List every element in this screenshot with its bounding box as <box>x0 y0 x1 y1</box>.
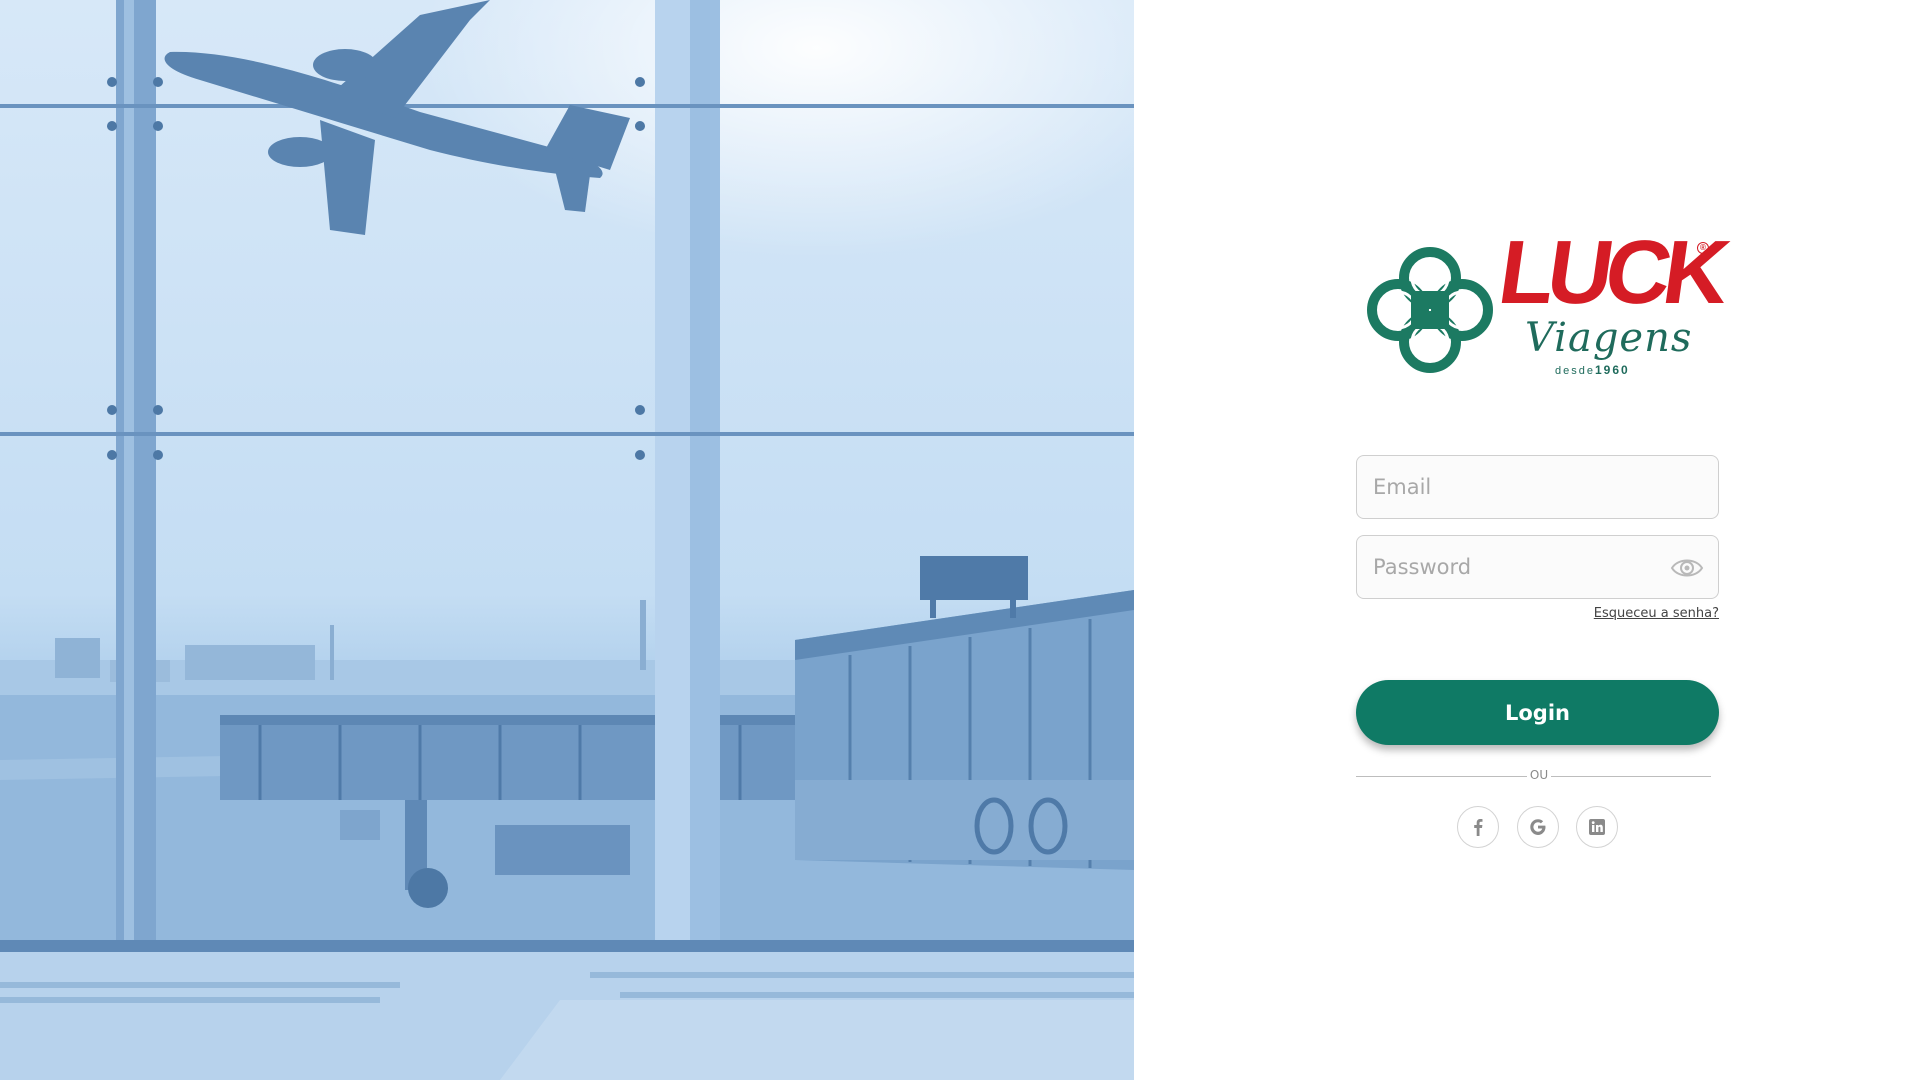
facebook-icon <box>1474 819 1483 836</box>
email-input[interactable] <box>1357 456 1718 518</box>
linkedin-icon <box>1589 819 1605 835</box>
google-login-button[interactable] <box>1517 806 1559 848</box>
google-icon <box>1530 819 1546 835</box>
password-input[interactable] <box>1357 536 1718 598</box>
brand-logo: LUCK ® Viagens desde1960 <box>1360 223 1729 390</box>
brand-subtitle: Viagens <box>1525 315 1693 361</box>
brand-since: desde1960 <box>1555 364 1630 377</box>
eye-icon[interactable] <box>1670 554 1704 582</box>
password-field-container <box>1356 535 1719 599</box>
brand-name: LUCK <box>1492 223 1729 323</box>
registered-mark: ® <box>1697 242 1709 254</box>
email-field-container <box>1356 455 1719 519</box>
divider-line-left <box>1356 776 1527 777</box>
linkedin-login-button[interactable] <box>1576 806 1618 848</box>
hero-image <box>0 0 1134 1080</box>
divider-line-right <box>1551 776 1711 777</box>
since-year: 1960 <box>1594 363 1630 377</box>
login-button[interactable]: Login <box>1356 680 1719 745</box>
since-label: desde <box>1555 365 1595 377</box>
divider-label: OU <box>1529 768 1549 782</box>
airport-scene-illustration <box>0 0 1134 1080</box>
facebook-login-button[interactable] <box>1457 806 1499 848</box>
forgot-password-link[interactable]: Esqueceu a senha? <box>1560 606 1719 621</box>
